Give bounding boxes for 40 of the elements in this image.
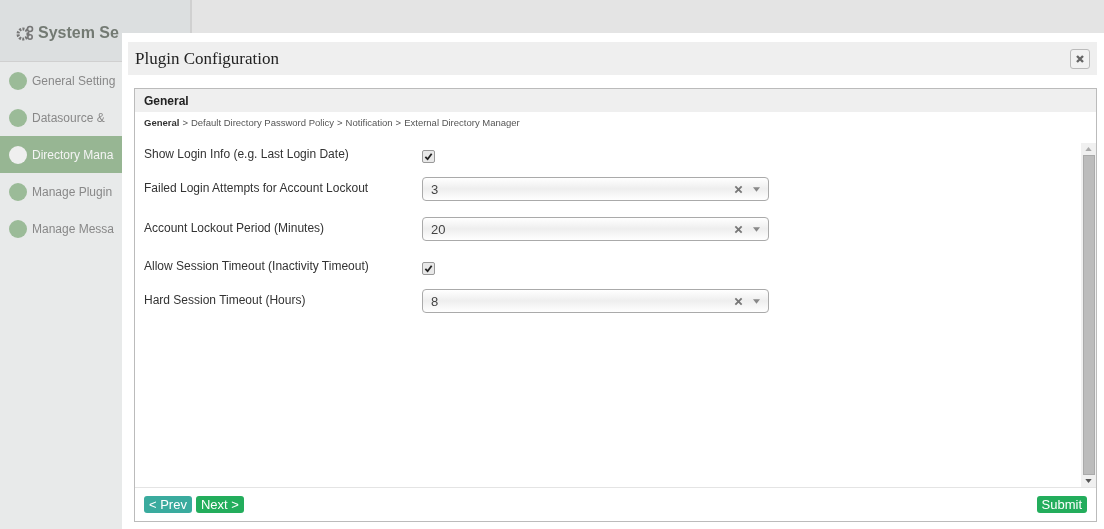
caret-icon[interactable] <box>753 298 760 304</box>
close-icon <box>1075 53 1085 64</box>
submit-button[interactable]: Submit <box>1036 496 1087 513</box>
sidebar-item[interactable]: Directory Mana <box>0 136 122 173</box>
select-field[interactable]: 8 <box>422 289 769 313</box>
down-arrow-icon[interactable] <box>1085 479 1092 483</box>
caret-icon[interactable] <box>753 186 760 192</box>
breadcrumb-separator: > <box>182 117 188 128</box>
panel-title: General <box>144 93 189 108</box>
breadcrumb-link[interactable]: General <box>144 117 180 128</box>
field-label: Hard Session Timeout (Hours) <box>144 292 307 307</box>
circle-icon <box>9 108 27 127</box>
select-field[interactable]: 20 <box>422 217 769 241</box>
breadcrumb-link[interactable]: External Directory Manager <box>404 117 520 128</box>
clear-icon[interactable] <box>734 224 743 234</box>
prev-button[interactable]: < Prev <box>144 496 192 513</box>
close-button[interactable] <box>1070 48 1090 69</box>
gears-icon <box>16 25 34 41</box>
checkbox[interactable] <box>422 150 435 163</box>
circle-icon <box>9 71 27 90</box>
breadcrumb-link[interactable]: Notification <box>345 117 393 128</box>
field-label: Failed Login Attempts for Account Lockout <box>144 180 370 195</box>
dialog-title: Plugin Configuration <box>135 48 280 69</box>
sidebar-title: System Se <box>38 24 119 41</box>
checkbox[interactable] <box>422 262 435 275</box>
breadcrumb-link[interactable]: Default Directory Password Policy <box>190 117 335 128</box>
scrollbar[interactable] <box>1081 143 1096 487</box>
circle-icon <box>9 145 27 164</box>
field-label: Account Lockout Period (Minutes) <box>144 220 326 235</box>
breadcrumb-separator: > <box>395 117 402 128</box>
field-label: Show Login Info (e.g. Last Login Date) <box>144 147 350 161</box>
breadcrumb-separator: > <box>337 117 343 128</box>
select-field[interactable]: 3 <box>422 177 769 201</box>
field-label: Allow Session Timeout (Inactivity Timeout) <box>144 259 370 273</box>
circle-icon <box>9 182 27 201</box>
clear-icon[interactable] <box>734 296 743 306</box>
next-button[interactable]: Next > <box>195 496 244 513</box>
clear-icon[interactable] <box>734 184 743 194</box>
circle-icon <box>9 219 27 238</box>
caret-icon[interactable] <box>753 226 760 232</box>
